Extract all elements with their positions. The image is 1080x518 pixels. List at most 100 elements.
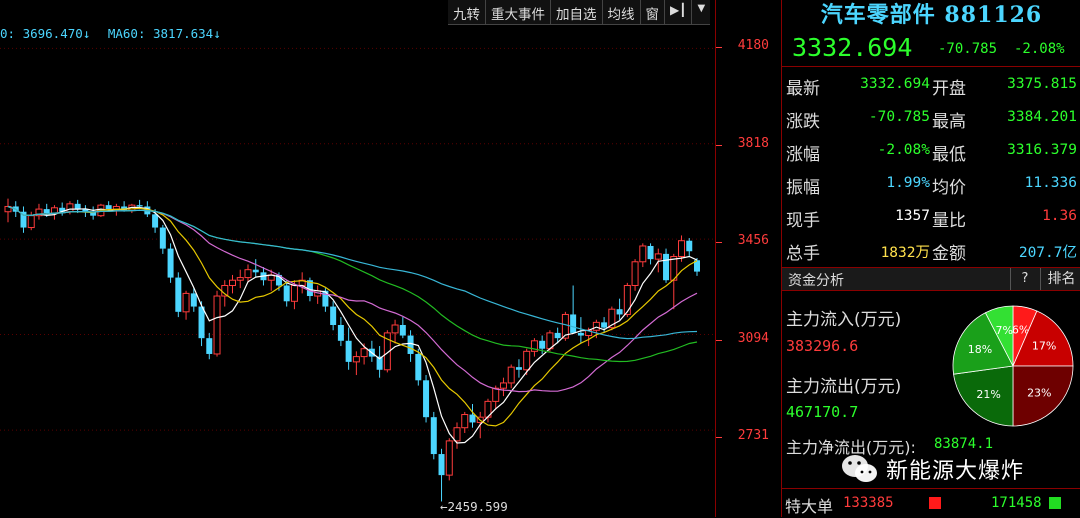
help-button[interactable]: ? [1010,268,1039,290]
super-large-order-row: 特大单 133385 171458 [781,488,1080,518]
quote-value: 3316.379 [1007,142,1077,158]
quote-value: 207.7亿 [1018,245,1077,261]
candle-body [678,240,686,258]
buy-color-swatch [929,497,941,509]
candle-body [159,227,166,249]
quote-row: 涨跌 -70.785 最高 3384.201 [782,101,1080,134]
candle-body [539,340,546,349]
toolbar-major-events-button[interactable]: 重大事件 [486,0,551,24]
quote-row: 最新 3332.694 开盘 3375.815 [782,68,1080,101]
toolbar-pin-icon[interactable]: ▶┃ [665,0,693,24]
main-outflow-value: 467170.7 [786,403,859,421]
candle-body [252,269,259,273]
quote-value: 1.36 [1042,208,1077,224]
tick-mark [716,145,722,146]
ma-legend: 0: 3696.470↓ MA60: 3817.634↓ [0,26,231,41]
candle-body [190,293,197,307]
low-price-label: ←2459.599 [440,499,508,514]
candle-body [647,245,654,260]
quote-panel: 汽车零部件 881126 3332.694 -70.785 -2.08% 最新 3… [781,0,1080,517]
quote-value: 1357 [895,208,930,224]
candle-body [244,269,252,279]
ma-legend-ma1: 0: 3696.470↓ [0,26,91,41]
ma-legend-ma60: MA60: 3817.634↓ [107,26,221,41]
ma20-line [7,205,698,393]
quote-label: 开盘 [932,79,966,99]
candle-body [330,306,337,325]
tick-mark [716,437,722,438]
super-large-label: 特大单 [785,497,834,516]
toolbar-ma-button[interactable]: 均线 [603,0,641,24]
y-tick-label: 3818 [737,136,769,151]
candle-body [507,366,515,384]
candle-body [198,306,205,339]
candle-body [74,203,81,210]
candle-body [236,277,244,281]
pie-slice-label: 21% [976,388,1000,401]
pie-slice-label: 7% [995,324,1012,337]
candle-body [345,340,352,362]
candle-body [105,205,112,210]
quote-label: 现手 [786,211,820,231]
candle-body [469,414,476,423]
divider [782,66,1080,67]
candle-body [206,338,213,354]
quote-label: 均价 [932,178,966,198]
quote-label: 振幅 [786,178,820,198]
net-outflow-value: 83874.1 [934,436,994,452]
quote-label: 金额 [932,244,966,264]
candle-body [112,205,120,210]
candle-body [592,321,600,331]
candle-body [213,295,221,355]
quote-label: 涨跌 [786,112,820,132]
toolbar-dropdown-icon[interactable]: ▼ [692,0,710,24]
ma60-line [7,205,698,340]
quote-value: 3384.201 [1007,109,1077,125]
candle-body [360,348,368,358]
super-large-buy: 133385 [843,495,894,511]
price-change: -70.785 [938,41,998,57]
last-price: 3332.694 [792,33,913,62]
candle-body [601,322,608,328]
candle-body [415,353,422,381]
quote-label: 最高 [932,112,966,132]
toolbar-jiuzhuan-button[interactable]: 九转 [448,0,486,24]
price-change-pct: -2.08% [1014,41,1065,57]
quote-value: 1832万 [880,245,930,261]
pie-slice-label: 23% [1027,386,1051,399]
fund-analysis-title: 资金分析 [788,273,844,289]
kline-chart[interactable]: 0: 3696.470↓ MA60: 3817.634↓ ←2459.599 [0,0,715,517]
candle-body [423,380,430,418]
quote-label: 涨幅 [786,145,820,165]
fund-pie-chart: 6%17%23%21%18%7% [952,305,1074,427]
quote-row: 涨幅 -2.08% 最低 3316.379 [782,134,1080,167]
toolbar-add-watchlist-button[interactable]: 加自选 [551,0,603,24]
candle-body [492,387,500,402]
candle-body [430,417,437,455]
quote-label: 量比 [932,211,966,231]
price-line: 3332.694 -70.785 -2.08% [782,30,1080,66]
rank-button[interactable]: 排名 [1040,268,1080,290]
stock-title: 汽车零部件 881126 [820,2,1043,28]
quote-label: 总手 [786,244,820,264]
tick-mark [716,242,722,243]
candle-body [290,284,298,302]
main-inflow-label: 主力流入(万元) [786,310,902,330]
toolbar-window-button[interactable]: 窗 [641,0,665,24]
candle-body [461,414,469,429]
candle-body [554,332,561,339]
wechat-icon [842,455,877,482]
net-outflow-row: 主力净流出(万元): 83874.1 [782,432,1080,457]
candle-body [639,245,647,263]
candle-body [663,253,670,281]
candle-body [453,427,461,442]
y-tick-label: 2731 [737,428,769,443]
candle-body [570,314,577,333]
main-outflow-label: 主力流出(万元) [786,377,902,397]
candle-body [499,382,507,389]
tick-mark [716,47,722,48]
candle-body [283,285,290,302]
candle-body [438,454,445,476]
candle-body [523,350,531,371]
sell-color-swatch [1049,497,1061,509]
